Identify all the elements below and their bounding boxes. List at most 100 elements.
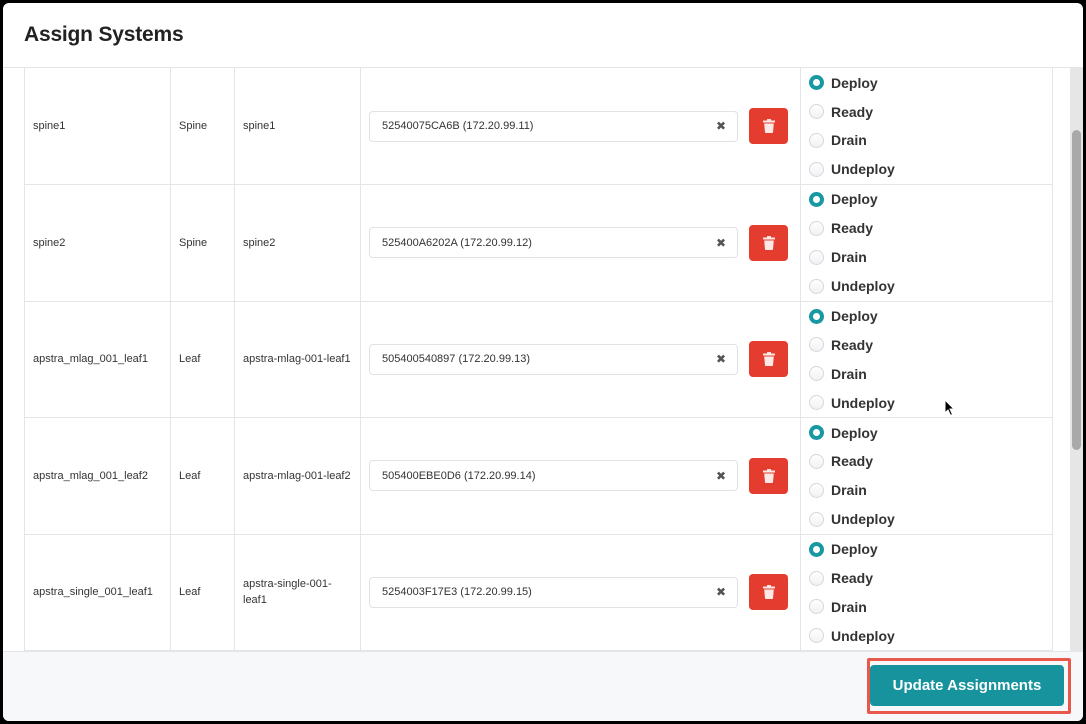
- deploy-mode-option-deploy[interactable]: Deploy: [809, 535, 1044, 564]
- radio-button[interactable]: [809, 161, 824, 177]
- delete-button[interactable]: [749, 341, 788, 378]
- mouse-cursor-icon: [944, 399, 956, 417]
- radio-button[interactable]: [809, 249, 824, 265]
- deploy-mode-option-drain[interactable]: Drain: [809, 592, 1044, 621]
- radio-button[interactable]: [809, 104, 824, 120]
- radio-button[interactable]: [809, 220, 824, 236]
- node-label: spine2: [24, 184, 171, 302]
- delete-button[interactable]: [749, 108, 788, 144]
- deploy-mode-option-undeploy[interactable]: Undeploy: [809, 155, 1044, 184]
- radio-label: Ready: [831, 570, 874, 587]
- system-id-select[interactable]: 525400A6202A (172.20.99.12) ✖: [369, 227, 738, 259]
- vertical-scrollbar[interactable]: [1070, 68, 1083, 651]
- radio-button[interactable]: [809, 337, 824, 353]
- radio-label: Drain: [831, 365, 867, 382]
- node-hostname: spine1: [234, 68, 361, 185]
- scrollbar-thumb[interactable]: [1072, 130, 1081, 450]
- radio-label: Drain: [831, 598, 867, 615]
- radio-button[interactable]: [809, 366, 824, 382]
- trash-icon: [762, 585, 775, 600]
- deploy-mode-option-ready[interactable]: Ready: [809, 330, 1044, 359]
- radio-label: Ready: [831, 336, 874, 353]
- close-x-icon[interactable]: ✖: [716, 119, 726, 133]
- deploy-mode-option-drain[interactable]: Drain: [809, 359, 1044, 388]
- assignments-table-wrapper: spine1 Spine spine1 52540075CA6B (172.20…: [24, 68, 1053, 651]
- radio-label: Undeploy: [831, 161, 895, 178]
- radio-button[interactable]: [809, 395, 824, 411]
- system-id-value: 525400A6202A (172.20.99.12): [382, 236, 532, 249]
- node-label: apstra_mlag_001_leaf1: [24, 300, 171, 419]
- deploy-mode-option-drain[interactable]: Drain: [809, 126, 1044, 155]
- deploy-mode-option-deploy[interactable]: Deploy: [809, 185, 1044, 214]
- deploy-mode-option-undeploy[interactable]: Undeploy: [809, 505, 1044, 534]
- radio-button[interactable]: [809, 308, 824, 324]
- radio-label: Undeploy: [831, 627, 895, 644]
- radio-button[interactable]: [809, 511, 824, 527]
- deploy-mode-option-drain[interactable]: Drain: [809, 476, 1044, 505]
- node-role: Spine: [170, 68, 235, 185]
- system-id-value: 505400540897 (172.20.99.13): [382, 353, 531, 366]
- radio-button[interactable]: [809, 425, 824, 441]
- deploy-mode-option-ready[interactable]: Ready: [809, 564, 1044, 593]
- radio-button[interactable]: [809, 541, 824, 557]
- trash-icon: [762, 235, 775, 250]
- system-id-value: 505400EBE0D6 (172.20.99.14): [382, 469, 536, 482]
- deploy-mode-radio-group: Deploy Ready Drain Undeploy: [809, 68, 1044, 184]
- deploy-mode-radio-group: Deploy Ready Drain Undeploy: [809, 302, 1044, 418]
- modal-body: spine1 Spine spine1 52540075CA6B (172.20…: [3, 68, 1083, 651]
- node-role: Leaf: [170, 533, 235, 651]
- node-label: spine1: [24, 68, 171, 185]
- delete-button[interactable]: [749, 574, 788, 611]
- radio-button[interactable]: [809, 570, 824, 586]
- deploy-mode-option-undeploy[interactable]: Undeploy: [809, 621, 1044, 650]
- radio-button[interactable]: [809, 191, 824, 207]
- deploy-mode-option-ready[interactable]: Ready: [809, 447, 1044, 476]
- radio-label: Deploy: [831, 424, 878, 441]
- radio-label: Ready: [831, 453, 874, 470]
- system-cell: 5254003F17E3 (172.20.99.15) ✖: [369, 574, 792, 611]
- deploy-mode-option-deploy[interactable]: Deploy: [809, 68, 1044, 97]
- update-assignments-button[interactable]: Update Assignments: [870, 665, 1064, 706]
- modal-footer: Update Assignments: [3, 651, 1083, 721]
- radio-button[interactable]: [809, 132, 824, 148]
- delete-button[interactable]: [749, 224, 788, 261]
- table-row: spine2 Spine spine2 525400A6202A (172.20…: [24, 184, 1053, 302]
- radio-button[interactable]: [809, 75, 824, 91]
- close-x-icon[interactable]: ✖: [716, 352, 726, 366]
- deploy-mode-option-ready[interactable]: Ready: [809, 97, 1044, 126]
- modal-title: Assign Systems: [24, 23, 184, 46]
- node-hostname: apstra-mlag-001-leaf1: [234, 300, 361, 419]
- assign-systems-modal: Assign Systems spine1 Spine spine1 52540…: [3, 3, 1083, 721]
- node-role: Spine: [170, 184, 235, 302]
- close-x-icon[interactable]: ✖: [716, 236, 726, 250]
- system-id-select[interactable]: 505400EBE0D6 (172.20.99.14) ✖: [369, 460, 738, 492]
- deploy-mode-radio-group: Deploy Ready Drain Undeploy: [809, 535, 1044, 651]
- deploy-mode-option-drain[interactable]: Drain: [809, 243, 1044, 272]
- close-x-icon[interactable]: ✖: [716, 585, 726, 599]
- system-cell: 505400EBE0D6 (172.20.99.14) ✖: [369, 457, 792, 494]
- system-cell: 525400A6202A (172.20.99.12) ✖: [369, 224, 792, 261]
- deploy-mode-option-ready[interactable]: Ready: [809, 214, 1044, 243]
- deploy-mode-option-deploy[interactable]: Deploy: [809, 418, 1044, 447]
- system-id-select[interactable]: 505400540897 (172.20.99.13) ✖: [369, 343, 738, 375]
- radio-button[interactable]: [809, 599, 824, 615]
- radio-label: Ready: [831, 103, 874, 120]
- radio-button[interactable]: [809, 278, 824, 294]
- radio-button[interactable]: [809, 628, 824, 644]
- system-id-select[interactable]: 5254003F17E3 (172.20.99.15) ✖: [369, 576, 738, 608]
- radio-label: Deploy: [831, 308, 878, 324]
- node-label: apstra_mlag_001_leaf2: [24, 417, 171, 535]
- radio-button[interactable]: [809, 482, 824, 498]
- modal-header: Assign Systems: [3, 3, 1083, 68]
- radio-button[interactable]: [809, 453, 824, 469]
- delete-button[interactable]: [749, 457, 788, 494]
- system-cell: 505400540897 (172.20.99.13) ✖: [369, 341, 792, 378]
- deploy-mode-option-deploy[interactable]: Deploy: [809, 302, 1044, 331]
- close-x-icon[interactable]: ✖: [716, 469, 726, 483]
- deploy-mode-option-undeploy[interactable]: Undeploy: [809, 272, 1044, 301]
- deploy-mode-option-undeploy[interactable]: Undeploy: [809, 388, 1044, 417]
- deploy-mode-radio-group: Deploy Ready Drain Undeploy: [809, 185, 1044, 301]
- table-row: apstra_single_001_leaf1 Leaf apstra-sing…: [24, 533, 1053, 651]
- system-id-value: 52540075CA6B (172.20.99.11): [382, 120, 534, 132]
- system-id-select[interactable]: 52540075CA6B (172.20.99.11) ✖: [369, 110, 738, 142]
